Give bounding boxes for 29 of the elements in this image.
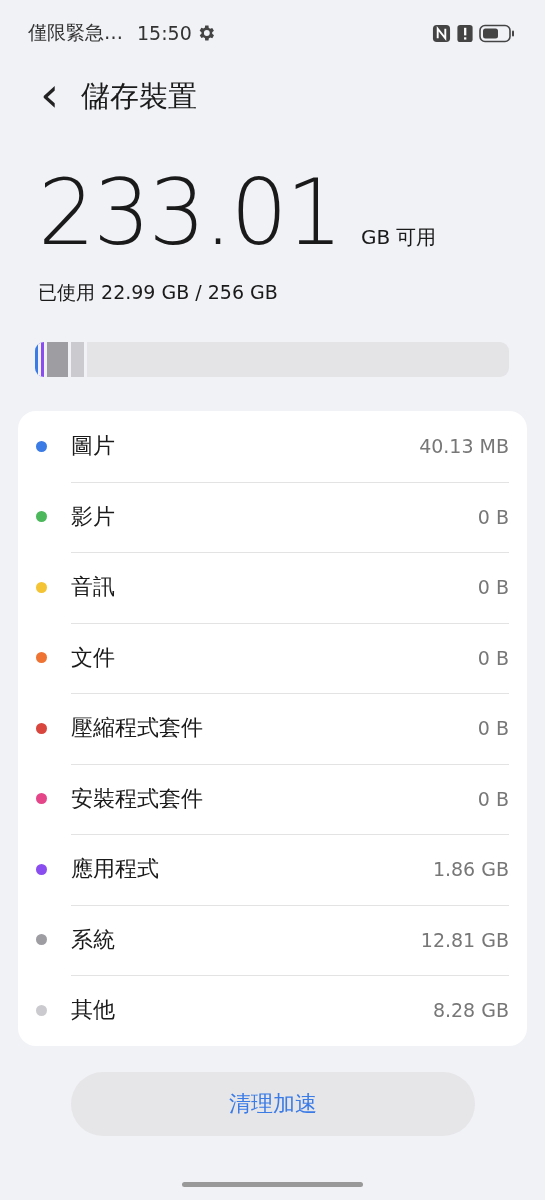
- free-space-value: 233.01: [38, 168, 341, 258]
- clock: 15:50: [137, 22, 192, 44]
- category-size: 0 B: [477, 505, 509, 528]
- category-size: 0 B: [477, 576, 509, 599]
- category-size: 40.13 MB: [419, 435, 509, 458]
- category-size: 0 B: [477, 646, 509, 669]
- category-label[interactable]: 系統: [71, 924, 421, 955]
- category-size: 12.81 GB: [420, 928, 509, 951]
- battery-icon: [479, 23, 515, 43]
- page-title: 儲存裝置: [81, 78, 198, 115]
- category-size: 8.28 GB: [432, 999, 509, 1022]
- category-label[interactable]: 影片: [71, 501, 478, 532]
- nfc-icon: [432, 23, 451, 43]
- back-button[interactable]: ‹: [36, 70, 64, 118]
- category-label[interactable]: 安裝程式套件: [71, 783, 478, 814]
- alert-icon: [457, 23, 473, 43]
- home-indicator[interactable]: [182, 1182, 363, 1187]
- carrier-text: 僅限緊急…: [28, 20, 123, 45]
- category-label[interactable]: 文件: [71, 642, 478, 673]
- category-label[interactable]: 其他: [71, 995, 433, 1026]
- free-space-unit: GB 可用: [360, 224, 437, 251]
- used-space-text: 已使用 22.99 GB / 256 GB: [38, 280, 279, 305]
- category-size: 1.86 GB: [432, 858, 509, 881]
- category-label[interactable]: 壓縮程式套件: [71, 713, 478, 744]
- category-size: 0 B: [477, 717, 509, 740]
- category-label[interactable]: 音訊: [71, 572, 478, 603]
- category-label[interactable]: 應用程式: [71, 854, 433, 885]
- category-label[interactable]: 圖片: [71, 431, 420, 462]
- category-size: 0 B: [477, 787, 509, 810]
